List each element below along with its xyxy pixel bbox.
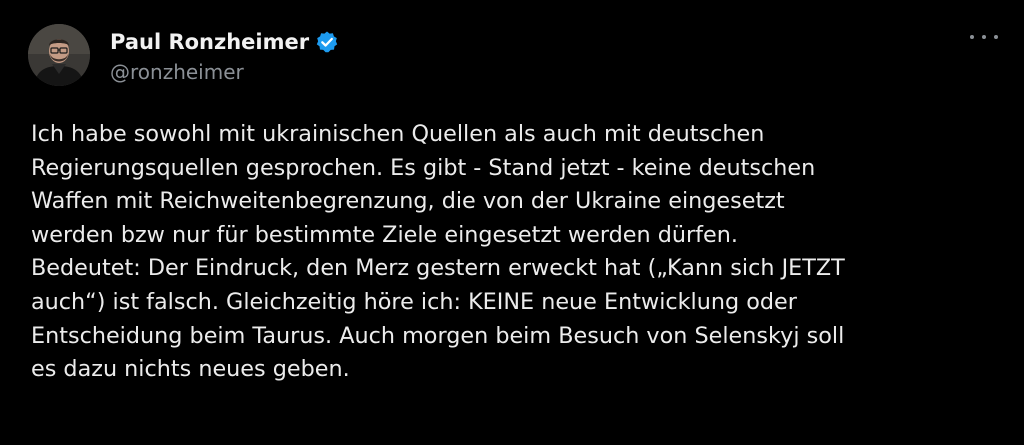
tweet-card: Paul Ronzheimer @ronzheimer Ich habe sow… [0,0,1024,445]
more-options-icon[interactable] [970,30,998,44]
name-row: Paul Ronzheimer [110,28,339,56]
tweet-text-line: Waffen mit Reichweitenbegrenzung, die vo… [31,188,785,215]
tweet-text-line: Ich habe sowohl mit ukrainischen Quellen… [31,121,765,147]
avatar[interactable] [28,24,90,86]
more-dot [970,35,974,39]
author-names: Paul Ronzheimer @ronzheimer [110,28,339,84]
tweet-text-line: Regierungsquellen gesprochen. Es gibt - … [31,154,816,181]
profile-photo-image [28,24,90,86]
tweet-text-line: Bedeutet: Der Eindruck, den Merz gestern… [31,255,845,282]
display-name[interactable]: Paul Ronzheimer [110,30,309,54]
verified-badge-icon [315,30,339,54]
tweet-header: Paul Ronzheimer @ronzheimer [28,24,339,86]
tweet-text: Ich habe sowohl mit ukrainischen Quellen… [31,118,1011,387]
tweet-text-line: werden bzw nur für bestimmte Ziele einge… [31,221,738,248]
user-handle[interactable]: @ronzheimer [110,60,339,84]
tweet-text-line: auch“) ist falsch. Gleichzeitig höre ich… [31,288,797,315]
more-dot [994,35,998,39]
tweet-text-line: es dazu nichts neues geben. [31,356,350,383]
more-dot [982,35,986,39]
tweet-text-line: Entscheidung beim Taurus. Auch morgen be… [31,322,845,349]
